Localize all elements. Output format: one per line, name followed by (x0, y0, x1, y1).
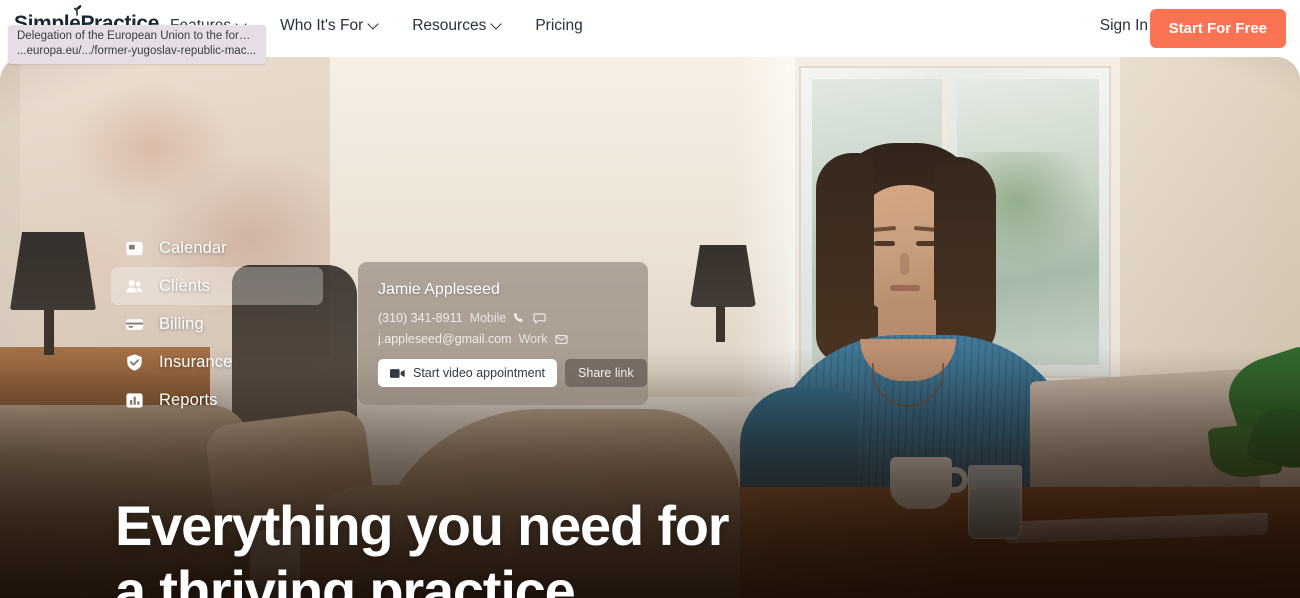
nav-item-who-its-for[interactable]: Who It's For (280, 17, 378, 35)
page-root: Calendar Clients Billing Insurance Repor… (0, 0, 1300, 598)
app-nav-item-insurance[interactable]: Insurance (111, 343, 323, 381)
start-for-free-header-button[interactable]: Start For Free (1149, 9, 1286, 48)
people-icon (126, 279, 143, 292)
chevron-down-icon (492, 20, 501, 29)
nav-label: Pricing (535, 17, 583, 34)
client-phone-label: Mobile (469, 311, 507, 325)
link-tooltip-url: ...europa.eu/.../former-yugoslav-republi… (17, 45, 257, 57)
nav-item-resources[interactable]: Resources (412, 17, 501, 35)
client-detail-card: Jamie Appleseed (310) 341-8911 Mobile j.… (358, 262, 648, 405)
app-nav-label: Reports (159, 390, 218, 409)
calendar-icon (126, 241, 143, 255)
leaf-sprout-icon (73, 5, 82, 16)
video-camera-icon (390, 368, 405, 378)
nav-label: Resources (412, 17, 487, 34)
envelope-icon[interactable] (554, 333, 568, 346)
hero-headline: Everything you need for a thriving pract… (115, 493, 815, 598)
nav-label: Who It's For (280, 17, 364, 34)
browser-link-status-tooltip: Delegation of the European Union to the … (8, 25, 266, 64)
client-phone-row: (310) 341-8911 Mobile (378, 311, 628, 325)
start-video-appointment-label: Start video appointment (413, 366, 546, 380)
app-nav-label: Insurance (159, 352, 233, 371)
client-card-actions: Start video appointment Share link (378, 359, 647, 387)
link-tooltip-title: Delegation of the European Union to the … (17, 30, 257, 42)
app-nav-item-calendar[interactable]: Calendar (111, 229, 323, 267)
share-link-button[interactable]: Share link (565, 359, 647, 387)
client-phone-number: (310) 341-8911 (378, 311, 463, 325)
app-nav-item-billing[interactable]: Billing (111, 305, 323, 343)
app-preview-sidebar: Calendar Clients Billing Insurance Repor… (111, 229, 323, 419)
app-nav-label: Billing (159, 314, 204, 333)
credit-card-icon (126, 318, 143, 330)
hero-headline-line1: Everything you need for (115, 494, 730, 557)
phone-icon[interactable] (513, 312, 526, 325)
app-nav-label: Clients (159, 276, 211, 295)
hero-section: Calendar Clients Billing Insurance Repor… (0, 57, 1300, 598)
start-video-appointment-button[interactable]: Start video appointment (378, 359, 558, 387)
app-nav-item-clients[interactable]: Clients (111, 267, 323, 305)
client-name: Jamie Appleseed (378, 281, 500, 298)
chevron-down-icon (369, 20, 378, 29)
app-nav-item-reports[interactable]: Reports (111, 381, 323, 419)
hero-copy: Everything you need for a thriving pract… (115, 493, 815, 598)
message-icon[interactable] (533, 312, 546, 325)
app-nav-label: Calendar (159, 238, 227, 257)
client-email-label: Work (518, 332, 548, 346)
client-email-row: j.appleseed@gmail.com Work (378, 332, 628, 346)
shield-check-icon (127, 353, 142, 371)
bar-chart-icon (126, 392, 143, 408)
client-email-address: j.appleseed@gmail.com (378, 332, 512, 346)
hero-headline-line2: a thriving practice (115, 559, 576, 598)
sign-in-link[interactable]: Sign In (1100, 17, 1148, 35)
nav-item-pricing[interactable]: Pricing (535, 17, 582, 35)
